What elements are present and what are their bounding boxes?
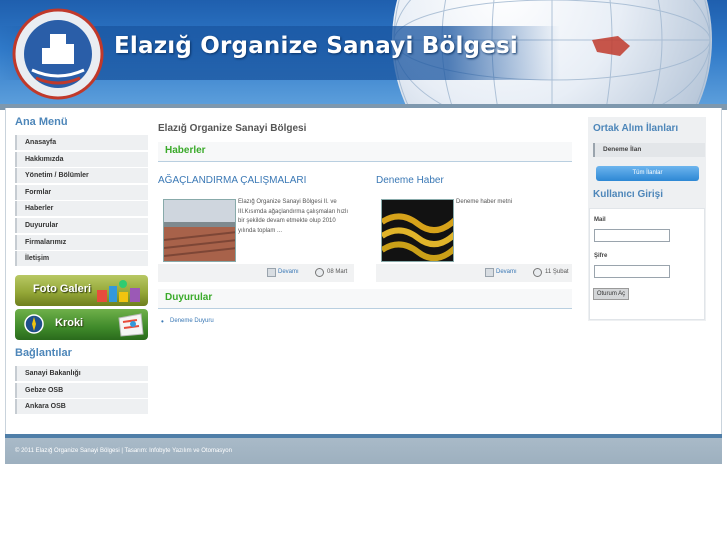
news-more-link[interactable]: Devamı xyxy=(496,269,517,275)
links-title: Bağlantılar xyxy=(15,347,72,359)
all-listings-button[interactable]: Tüm İlanlar xyxy=(596,166,699,181)
clock-icon xyxy=(533,268,542,277)
news-excerpt: Elazığ Organize Sanayi Bölgesi II. ve II… xyxy=(238,199,349,234)
link-gebze-osb[interactable]: Gebze OSB xyxy=(15,382,148,398)
news-title[interactable]: Deneme Haber xyxy=(376,175,572,186)
main-menu-title: Ana Menü xyxy=(15,116,68,128)
login-form xyxy=(589,208,705,320)
document-icon xyxy=(485,268,494,277)
gallery-objects-icon xyxy=(97,280,140,302)
menu-item-hakkimizda[interactable]: Hakkımızda xyxy=(15,151,148,167)
osb-logo-icon[interactable] xyxy=(12,8,104,100)
ortak-alim-title: Ortak Alım İlanları xyxy=(593,123,679,134)
mail-input[interactable] xyxy=(594,229,670,242)
menu-item-duyurular[interactable]: Duyurular xyxy=(15,217,148,233)
site-footer: © 2011 Elazığ Organize Sanayi Bölgesi | … xyxy=(5,438,722,464)
news-footer: Devamı 08 Mart xyxy=(158,264,354,282)
link-sanayi-bakanligi[interactable]: Sanayi Bakanlığı xyxy=(15,366,148,381)
news-date: 08 Mart xyxy=(327,269,348,275)
news-footer: Devamı 11 Şubat xyxy=(376,264,572,282)
announcements-section-heading: Duyurular xyxy=(158,289,572,309)
site-title: Elazığ Organize Sanayi Bölgesi xyxy=(114,33,518,59)
news-thumbnail[interactable] xyxy=(381,199,454,262)
document-icon xyxy=(267,268,276,277)
menu-item-anasayfa[interactable]: Anasayfa xyxy=(15,135,148,150)
main-menu: Anasayfa Hakkımızda Yönetim / Bölümler F… xyxy=(15,135,148,268)
news-item: Deneme Haber Deneme haber metni Devamı 1… xyxy=(376,175,572,285)
page-breadcrumb: Elazığ Organize Sanayi Bölgesi xyxy=(158,123,307,134)
news-thumbnail[interactable] xyxy=(163,199,236,262)
links-list: Sanayi Bakanlığı Gebze OSB Ankara OSB xyxy=(15,366,148,416)
kroki-banner[interactable]: Kroki xyxy=(15,309,148,340)
news-more-link[interactable]: Devamı xyxy=(278,269,299,275)
menu-item-firmalarimiz[interactable]: Firmalarımız xyxy=(15,234,148,250)
map-icon xyxy=(118,313,144,337)
announcement-item[interactable]: Deneme Duyuru xyxy=(161,317,214,326)
news-excerpt: Deneme haber metni xyxy=(456,199,513,205)
news-date: 11 Şubat xyxy=(545,269,569,275)
ilan-item[interactable]: Deneme İlan xyxy=(593,143,705,157)
menu-item-yonetim[interactable]: Yönetim / Bölümler xyxy=(15,168,148,184)
field-photo-image xyxy=(164,200,235,261)
menu-item-iletisim[interactable]: İletişim xyxy=(15,251,148,267)
mail-label: Mail xyxy=(594,217,606,223)
news-item: AĞAÇLANDIRMA ÇALIŞMALARI Elazığ Organize… xyxy=(158,175,354,285)
menu-item-formlar[interactable]: Formlar xyxy=(15,184,148,200)
menu-item-haberler[interactable]: Haberler xyxy=(15,201,148,217)
site-header: Elazığ Organize Sanayi Bölgesi xyxy=(0,0,727,107)
kroki-label: Kroki xyxy=(55,317,84,329)
login-button[interactable]: Oturum Aç xyxy=(593,288,629,300)
password-label: Şifre xyxy=(594,253,608,259)
password-input[interactable] xyxy=(594,265,670,278)
login-title: Kullanıcı Girişi xyxy=(593,189,664,200)
news-title[interactable]: AĞAÇLANDIRMA ÇALIŞMALARI xyxy=(158,175,354,186)
news-section-heading: Haberler xyxy=(158,142,572,162)
clock-icon xyxy=(315,268,324,277)
abstract-photo-image xyxy=(382,200,453,261)
link-ankara-osb[interactable]: Ankara OSB xyxy=(15,399,148,415)
photo-gallery-banner[interactable]: Foto Galeri xyxy=(15,275,148,306)
photo-gallery-label: Foto Galeri xyxy=(33,283,92,295)
compass-icon xyxy=(24,314,44,334)
